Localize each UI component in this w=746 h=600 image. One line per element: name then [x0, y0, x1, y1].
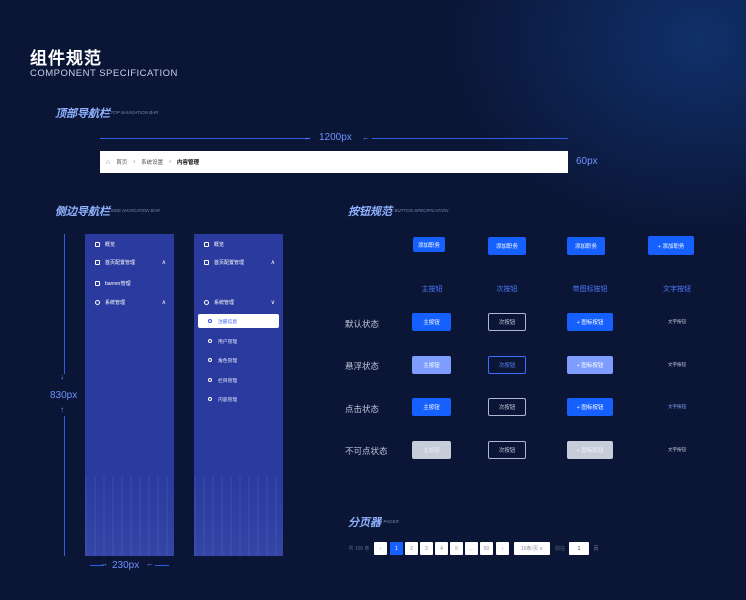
row-default: 默认状态 [345, 319, 380, 329]
secondary-button-default[interactable]: 次按钮 [488, 313, 526, 331]
sidenav-collapsed: 概览 首页配置管理 ∧ banner管理 系统管理 ∧ [85, 234, 174, 556]
page-title: 组件规范 [30, 49, 102, 68]
image-icon [95, 280, 100, 286]
gear-icon [204, 299, 209, 305]
chevron-down-icon: ∨ [270, 299, 275, 306]
text-button-hover[interactable]: 文字按钮 [660, 356, 694, 374]
decorative-pattern [194, 476, 283, 556]
icon-button-disabled: + 图标按钮 [567, 441, 613, 459]
column-secondary: 次按钮 [496, 286, 518, 293]
pager-page-5[interactable]: 5 [450, 542, 463, 555]
row-pressed: 点击状态 [345, 404, 380, 414]
secondary-button-disabled: 次按钮 [488, 441, 526, 459]
pager-total: 共 100 条 [348, 546, 370, 552]
height-dimension-line-top [64, 234, 65, 374]
width-dimension-line-left [100, 138, 310, 139]
text-button-disabled: 文字按钮 [668, 447, 686, 452]
chevron-right-icon: › [169, 159, 171, 165]
button-spec-heading-en: / BUTTON SPECIFICATION [392, 208, 449, 213]
icon-button-pressed[interactable]: + 图标按钮 [567, 398, 613, 416]
pager-ellipsis[interactable]: … [465, 542, 478, 555]
icon-button-default[interactable]: + 图标按钮 [567, 313, 613, 331]
column-text: 文字按钮 [663, 286, 691, 293]
sidenav-item-home-config[interactable]: 首页配置管理 ∧ [85, 255, 174, 269]
doc-icon [95, 259, 100, 265]
pager-size-select[interactable]: 10条/页 ∨ [514, 542, 550, 555]
circle-icon [208, 339, 212, 343]
sidenav-height-label: 830px [50, 390, 78, 401]
sidenav-item-banner[interactable]: banner管理 [85, 276, 174, 290]
sidenav-item-overview[interactable]: 概览 [194, 237, 283, 251]
sample-button-2[interactable]: 添加职务 [488, 237, 526, 255]
button-spec-heading: 按钮规范 [348, 206, 392, 218]
icon-button-hover[interactable]: + 图标按钮 [567, 356, 613, 374]
chevron-up-icon: ∧ [161, 299, 166, 306]
top-nav-heading-en: / TOP NAVIGATION BAR [108, 110, 159, 115]
sidenav-item-home-config[interactable]: 首页配置管理 ∧ [194, 255, 283, 269]
sidenav-subitem-users[interactable]: 用户管理 [194, 334, 283, 348]
sidenav-expanded: 概览 首页配置管理 ∧ 系统管理 ∨ 注册信息 用户管理 角色管理 栏目管理 内… [194, 234, 283, 556]
sidenav-item-system[interactable]: 系统管理 ∨ [194, 295, 283, 309]
circle-icon [208, 358, 212, 362]
primary-button-hover[interactable]: 主按钮 [412, 356, 451, 374]
sidenav-item-system[interactable]: 系统管理 ∧ [85, 295, 174, 309]
sample-button-3[interactable]: 添加职务 [567, 237, 605, 255]
breadcrumb-bar: ⌂ 首页 › 系统设置 › 内容管理 [100, 151, 568, 173]
decorative-pattern [85, 476, 174, 556]
width-dimension-label: 1200px [319, 132, 352, 143]
pager-page-4[interactable]: 4 [435, 542, 448, 555]
sidenav-subitem-register[interactable]: 注册信息 [198, 314, 279, 328]
width-dimension-line-right [372, 138, 568, 139]
secondary-button-pressed[interactable]: 次按钮 [488, 398, 526, 416]
primary-button-disabled: 主按钮 [412, 441, 451, 459]
doc-icon [204, 259, 209, 265]
breadcrumb-item-current: 内容管理 [176, 160, 199, 166]
side-nav-heading: 侧边导航栏 [55, 206, 110, 218]
page-subtitle: COMPONENT SPECIFICATION [30, 68, 178, 79]
gear-icon [95, 299, 100, 305]
column-icon: 带图标按钮 [572, 286, 608, 293]
sidenav-width-label: 230px [112, 560, 140, 571]
height-dimension-line-bottom [64, 416, 65, 556]
text-button-pressed[interactable]: 文字按钮 [660, 398, 694, 416]
pager-page-last[interactable]: 50 [480, 542, 493, 555]
breadcrumb-item-home[interactable]: 首页 [116, 158, 127, 166]
circle-icon [208, 397, 212, 401]
top-nav-heading: 顶部导航栏 [55, 108, 110, 120]
sidenav-subitem-columns[interactable]: 栏目管理 [194, 373, 283, 387]
text-button-default[interactable]: 文字按钮 [660, 313, 694, 331]
height-dimension-label: 60px [576, 156, 598, 167]
side-nav-heading-en: / SIDE NAVIGATION BAR [108, 208, 160, 213]
pager-page-1[interactable]: 1 [390, 542, 403, 555]
home-icon: ⌂ [106, 158, 111, 166]
pager-page-2[interactable]: 2 [405, 542, 418, 555]
sample-button-4[interactable]: + 添加职务 [648, 236, 694, 255]
pager-heading: 分页器 [348, 517, 381, 529]
chevron-right-icon: › [133, 159, 136, 165]
secondary-button-hover[interactable]: 次按钮 [488, 356, 526, 374]
pager-heading-en: / PAGER [381, 519, 399, 524]
column-primary: 主按钮 [421, 286, 443, 293]
row-disabled: 不可点状态 [345, 446, 388, 456]
sidenav-subitem-roles[interactable]: 角色管理 [194, 353, 283, 367]
pager-page-suffix: 页 [593, 546, 599, 552]
pager-next-button[interactable]: › [496, 542, 509, 555]
monitor-icon [95, 241, 100, 247]
pager-page-3[interactable]: 3 [420, 542, 433, 555]
pager-goto-input[interactable]: 1 [569, 542, 589, 555]
primary-button-default[interactable]: 主按钮 [412, 313, 451, 331]
sidenav-item-overview[interactable]: 概览 [85, 237, 174, 251]
monitor-icon [204, 241, 209, 247]
sidenav-subitem-content[interactable]: 内容管理 [194, 392, 283, 406]
chevron-up-icon: ∧ [270, 259, 275, 266]
breadcrumb-item-settings[interactable]: 系统设置 [141, 158, 163, 166]
circle-icon [208, 378, 212, 382]
row-hover: 悬浮状态 [345, 361, 380, 371]
pager-prev-button[interactable]: ‹ [374, 542, 387, 555]
primary-button-pressed[interactable]: 主按钮 [412, 398, 451, 416]
chevron-up-icon: ∧ [161, 259, 166, 266]
circle-icon [208, 319, 212, 323]
pager-goto-label: 前往 [554, 546, 565, 552]
sample-button-1[interactable]: 添加职务 [413, 237, 445, 252]
